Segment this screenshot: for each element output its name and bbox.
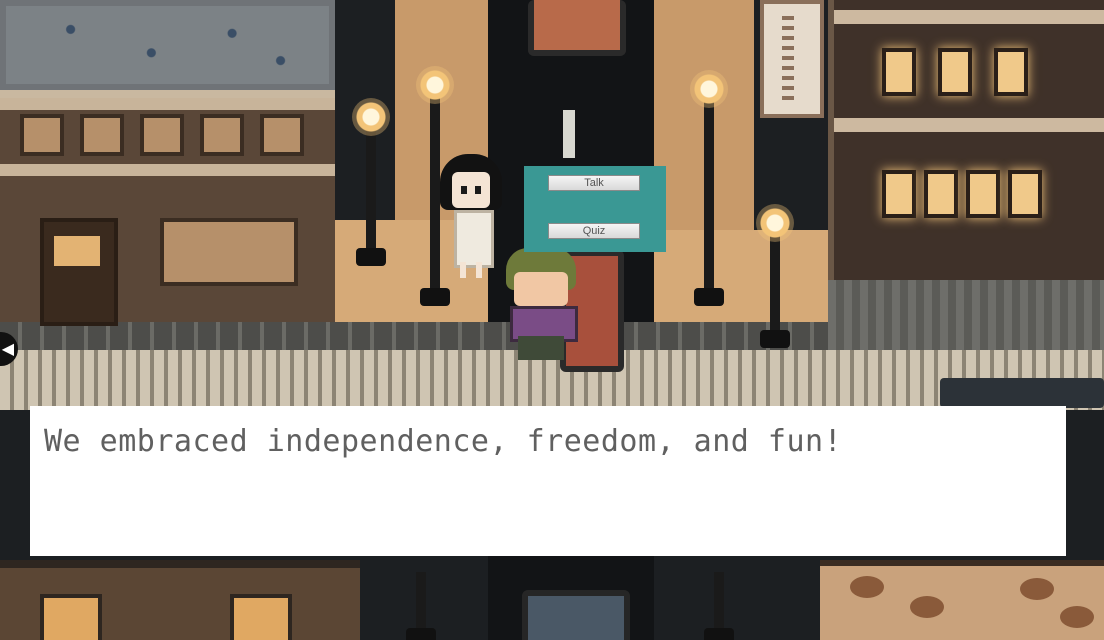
street-lamp [756,204,794,348]
street-lamp [406,572,436,640]
dialogue-box[interactable]: We embraced independence, freedom, and f… [30,406,1066,556]
street-lamp [690,70,728,306]
npc-flapper-character[interactable] [440,154,506,278]
building-door [40,218,118,326]
street-lamp [416,66,454,306]
building-left [0,98,335,326]
grate [828,280,1104,350]
lane-marking [563,110,575,158]
street-lamp [352,98,390,266]
game-scene: Talk Quiz We embraced independence, free… [0,0,1104,640]
building-bottom-left [0,560,360,640]
dialogue-text: We embraced independence, freedom, and f… [44,424,843,459]
talk-button[interactable]: Talk [548,175,640,191]
tower [760,0,824,118]
car [522,590,630,640]
player-character [500,248,584,368]
car [528,0,626,56]
building-right [828,0,1104,280]
action-menu: Talk Quiz [524,166,666,252]
building-top-left [0,0,335,98]
quiz-button[interactable]: Quiz [548,223,640,239]
car [940,378,1104,408]
building-bottom-right [820,560,1104,640]
street-lamp [704,572,734,640]
